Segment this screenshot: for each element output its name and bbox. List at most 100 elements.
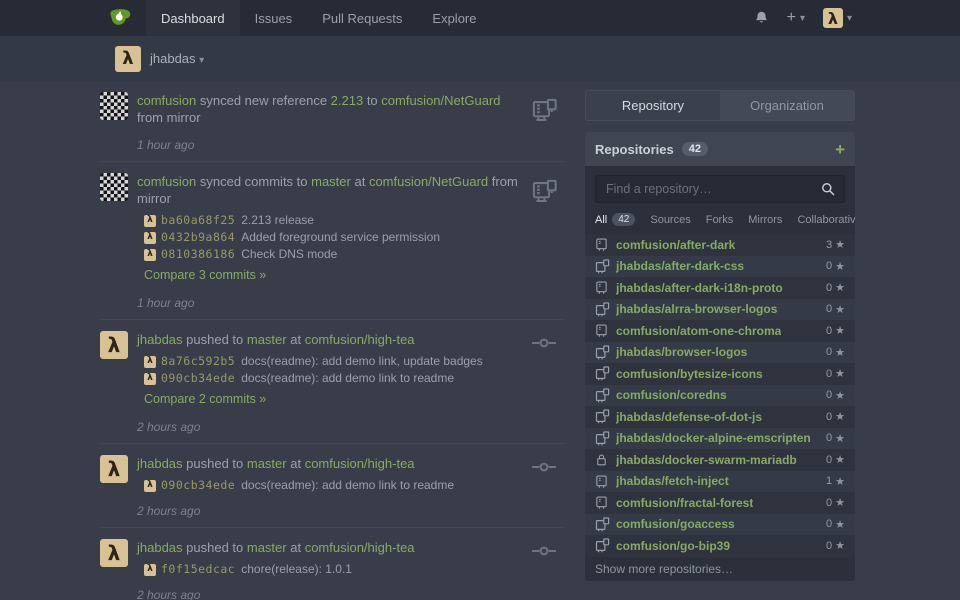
repository-list-item[interactable]: jhabdas/browser-logos0★	[585, 342, 855, 364]
repo-icon	[595, 474, 610, 489]
repository-name-link[interactable]: comfusion/after-dark	[616, 238, 735, 252]
context-user-switcher[interactable]: jhabdas ▾	[150, 51, 204, 66]
nav-item-explore[interactable]: Explore	[417, 0, 491, 36]
compare-commits-link[interactable]: Compare 3 commits »	[144, 268, 266, 282]
star-count: 1	[826, 475, 832, 487]
repository-star-count: 0★	[826, 260, 845, 273]
repository-name-link[interactable]: comfusion/atom-one-chroma	[616, 324, 781, 338]
committer-avatar	[144, 356, 156, 368]
new-repository-button[interactable]: +	[835, 141, 845, 158]
repository-name-link[interactable]: jhabdas/alrra-browser-logos	[616, 302, 777, 316]
tab-repository[interactable]: Repository	[586, 91, 720, 120]
tab-organization[interactable]: Organization	[720, 91, 854, 120]
user-menu-button[interactable]: ▾	[823, 8, 852, 28]
actor-avatar[interactable]	[100, 331, 128, 359]
feed-link[interactable]: comfusion/NetGuard	[381, 93, 500, 108]
repository-list-item[interactable]: comfusion/fractal-forest0★	[585, 492, 855, 514]
feed-link[interactable]: comfusion/high-tea	[305, 456, 415, 471]
show-more-repositories-link[interactable]: Show more repositories…	[585, 557, 855, 581]
filter-collaborative[interactable]: Collaborative	[797, 214, 855, 226]
plus-icon: +	[787, 10, 796, 26]
feed-link[interactable]: comfusion/NetGuard	[369, 174, 488, 189]
commit-hash-link[interactable]: 8a76c592b5	[161, 355, 235, 368]
repository-list-item[interactable]: comfusion/goaccess0★	[585, 514, 855, 536]
search-icon	[821, 182, 835, 196]
committer-avatar	[144, 564, 156, 576]
actor-avatar[interactable]	[100, 173, 128, 201]
repository-name-link[interactable]: jhabdas/after-dark-i18n-proto	[616, 281, 783, 295]
commit-hash-link[interactable]: ba60a68f25	[161, 214, 235, 227]
activity-feed: comfusion synced new reference 2.213 to …	[100, 81, 565, 600]
context-user-avatar[interactable]	[115, 46, 141, 72]
feed-link[interactable]: master	[247, 332, 287, 347]
commit-hash-link[interactable]: 090cb34ede	[161, 372, 235, 385]
actor-avatar[interactable]	[100, 92, 128, 120]
repository-list-item[interactable]: comfusion/atom-one-chroma0★	[585, 320, 855, 342]
repository-name-link[interactable]: jhabdas/docker-alpine-emscripten	[616, 431, 811, 445]
repository-list-item[interactable]: comfusion/go-bip39 0★	[585, 535, 855, 557]
feed-text: at	[351, 174, 369, 189]
repository-list-item[interactable]: comfusion/after-dark3★	[585, 234, 855, 256]
feed-link[interactable]: comfusion/high-tea	[305, 332, 415, 347]
repository-list-item[interactable]: comfusion/coredns0★	[585, 385, 855, 407]
actor-avatar[interactable]	[100, 539, 128, 567]
filter-sources[interactable]: Sources	[650, 214, 690, 226]
navbar-right: + ▾ ▾	[754, 0, 852, 36]
repository-name-link[interactable]: jhabdas/docker-swarm-mariadb	[616, 453, 797, 467]
repository-name-link[interactable]: jhabdas/after-dark-css	[616, 259, 744, 273]
commit-row: ba60a68f252.213 release	[144, 214, 523, 227]
repository-name-link[interactable]: jhabdas/defense-of-dot-js	[616, 410, 762, 424]
commit-hash-link[interactable]: 0810386186	[161, 248, 235, 261]
repository-name-link[interactable]: comfusion/fractal-forest	[616, 496, 753, 510]
create-new-button[interactable]: + ▾	[787, 10, 805, 26]
repository-list-item[interactable]: jhabdas/defense-of-dot-js0★	[585, 406, 855, 428]
repository-list-item[interactable]: jhabdas/fetch-inject1★	[585, 471, 855, 493]
commit-list: 8a76c592b5docs(readme): add demo link, u…	[144, 355, 523, 385]
feed-link[interactable]: comfusion	[137, 174, 196, 189]
feed-link[interactable]: master	[247, 456, 287, 471]
repository-list-item[interactable]: jhabdas/docker-alpine-emscripten0★	[585, 428, 855, 450]
actor-avatar[interactable]	[100, 455, 128, 483]
feed-link[interactable]: master	[311, 174, 351, 189]
feed-link[interactable]: comfusion/high-tea	[305, 540, 415, 555]
filter-all[interactable]: All42	[595, 213, 635, 226]
filter-forks[interactable]: Forks	[706, 214, 734, 226]
feed-text: pushed to	[183, 540, 247, 555]
commit-row: f0f15edcacchore(release): 1.0.1	[144, 563, 523, 576]
nav-item-dashboard[interactable]: Dashboard	[146, 0, 240, 36]
notifications-button[interactable]	[754, 10, 769, 26]
feed-link[interactable]: jhabdas	[137, 540, 183, 555]
repository-list-item[interactable]: jhabdas/after-dark-css 0★	[585, 256, 855, 278]
feed-text: at	[287, 456, 305, 471]
gitea-logo[interactable]	[108, 0, 146, 36]
repository-list-item[interactable]: jhabdas/after-dark-i18n-proto0★	[585, 277, 855, 299]
feed-link[interactable]: comfusion	[137, 93, 196, 108]
commit-hash-link[interactable]: f0f15edcac	[161, 563, 235, 576]
feed-link[interactable]: master	[247, 540, 287, 555]
commit-hash-link[interactable]: 0432b9a864	[161, 231, 235, 244]
repository-name-link[interactable]: comfusion/coredns	[616, 388, 727, 402]
repository-name-link[interactable]: comfusion/go-bip39	[616, 539, 730, 553]
commit-hash-link[interactable]: 090cb34ede	[161, 479, 235, 492]
compare-commits-link[interactable]: Compare 2 commits »	[144, 392, 266, 406]
nav-item-issues[interactable]: Issues	[240, 0, 308, 36]
feed-link[interactable]: jhabdas	[137, 332, 183, 347]
repository-search-input[interactable]	[595, 175, 845, 203]
repository-list-item[interactable]: jhabdas/docker-swarm-mariadb0★	[585, 449, 855, 471]
repositories-panel: Repositories 42 + All42SourcesForksMirro…	[585, 132, 855, 581]
repository-name-link[interactable]: comfusion/bytesize-icons	[616, 367, 763, 381]
nav-item-pull-requests[interactable]: Pull Requests	[307, 0, 417, 36]
star-count: 0	[826, 540, 832, 552]
filter-mirrors[interactable]: Mirrors	[748, 214, 782, 226]
feed-link[interactable]: 2.213	[331, 93, 364, 108]
fork-icon	[595, 388, 610, 403]
repositories-count-badge: 42	[682, 142, 708, 156]
feed-link[interactable]: jhabdas	[137, 456, 183, 471]
repository-name-link[interactable]: jhabdas/browser-logos	[616, 345, 747, 359]
repository-name-link[interactable]: jhabdas/fetch-inject	[616, 474, 729, 488]
repository-name-link[interactable]: comfusion/goaccess	[616, 517, 735, 531]
repository-list-item[interactable]: comfusion/bytesize-icons0★	[585, 363, 855, 385]
star-count: 0	[826, 432, 832, 444]
repository-list-item[interactable]: jhabdas/alrra-browser-logos0★	[585, 299, 855, 321]
star-icon: ★	[835, 539, 845, 552]
